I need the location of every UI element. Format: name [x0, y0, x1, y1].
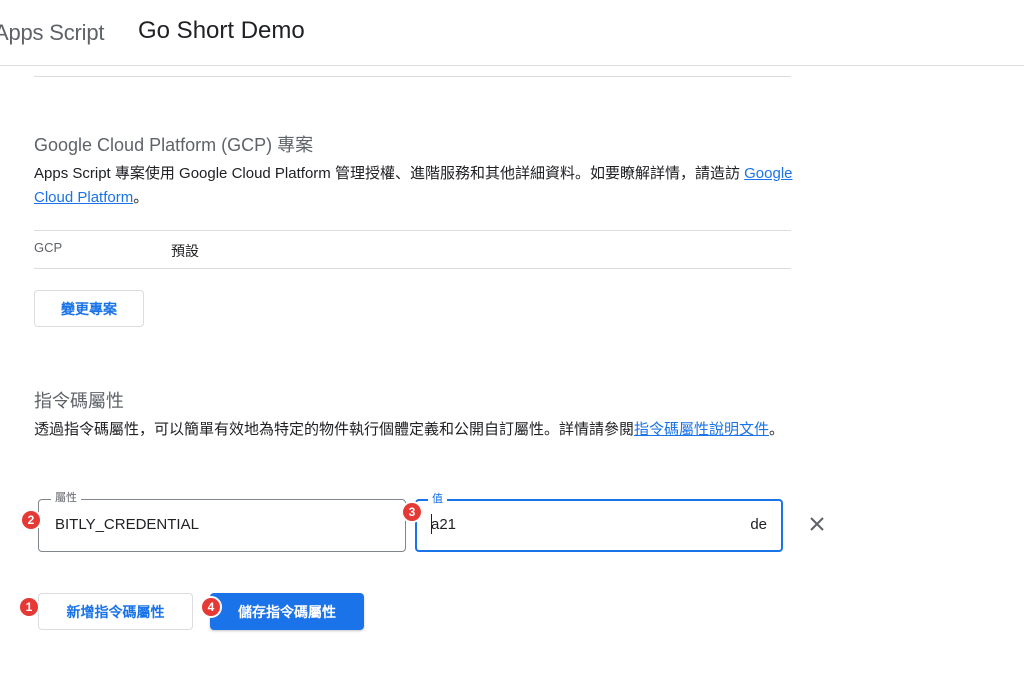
divider [34, 230, 791, 231]
add-script-property-button[interactable]: 新增指令碼屬性 [38, 593, 193, 630]
script-properties-docs-link[interactable]: 指令碼屬性說明文件 [634, 421, 769, 438]
step-badge-1: 1 [18, 596, 40, 618]
value-input[interactable]: a21 [431, 516, 456, 533]
gcp-row-value: 預設 [171, 243, 199, 259]
script-properties-description-suffix: 。 [769, 421, 785, 438]
value-field[interactable]: 值 a21 de [415, 492, 783, 552]
step-badge-4: 4 [200, 596, 222, 618]
script-properties-description-text: 透過指令碼屬性，可以簡單有效地為特定的物件執行個體定義和公開自訂屬性。詳情請參閱 [34, 421, 635, 438]
property-field[interactable]: 屬性 BITLY_CREDENTIAL [38, 491, 406, 552]
gcp-row-key: GCP [34, 240, 63, 255]
script-properties-title: 指令碼屬性 [34, 391, 124, 411]
step-badge-3: 3 [401, 501, 423, 523]
step-badge-2: 2 [20, 509, 42, 531]
change-project-button[interactable]: 變更專案 [34, 290, 144, 327]
value-field-label: 值 [428, 492, 447, 506]
close-icon[interactable] [806, 513, 828, 535]
save-script-properties-button[interactable]: 儲存指令碼屬性 [210, 593, 364, 630]
gcp-description-text: Apps Script 專案使用 Google Cloud Platform 管… [34, 165, 745, 182]
gcp-description: Apps Script 專案使用 Google Cloud Platform 管… [34, 162, 794, 210]
gcp-section-title: Google Cloud Platform (GCP) 專案 [34, 135, 314, 155]
project-title[interactable]: Go Short Demo [138, 17, 305, 45]
divider [34, 268, 791, 269]
script-properties-description: 透過指令碼屬性，可以簡單有效地為特定的物件執行個體定義和公開自訂屬性。詳情請參閱… [34, 418, 794, 442]
divider [34, 76, 791, 77]
value-input-end: de [750, 516, 767, 533]
gcp-description-suffix: 。 [133, 189, 149, 206]
property-input[interactable]: BITLY_CREDENTIAL [55, 516, 199, 533]
app-name[interactable]: Apps Script [0, 20, 104, 46]
property-field-label: 屬性 [51, 491, 81, 505]
top-bar: Apps Script Go Short Demo [0, 0, 1024, 66]
